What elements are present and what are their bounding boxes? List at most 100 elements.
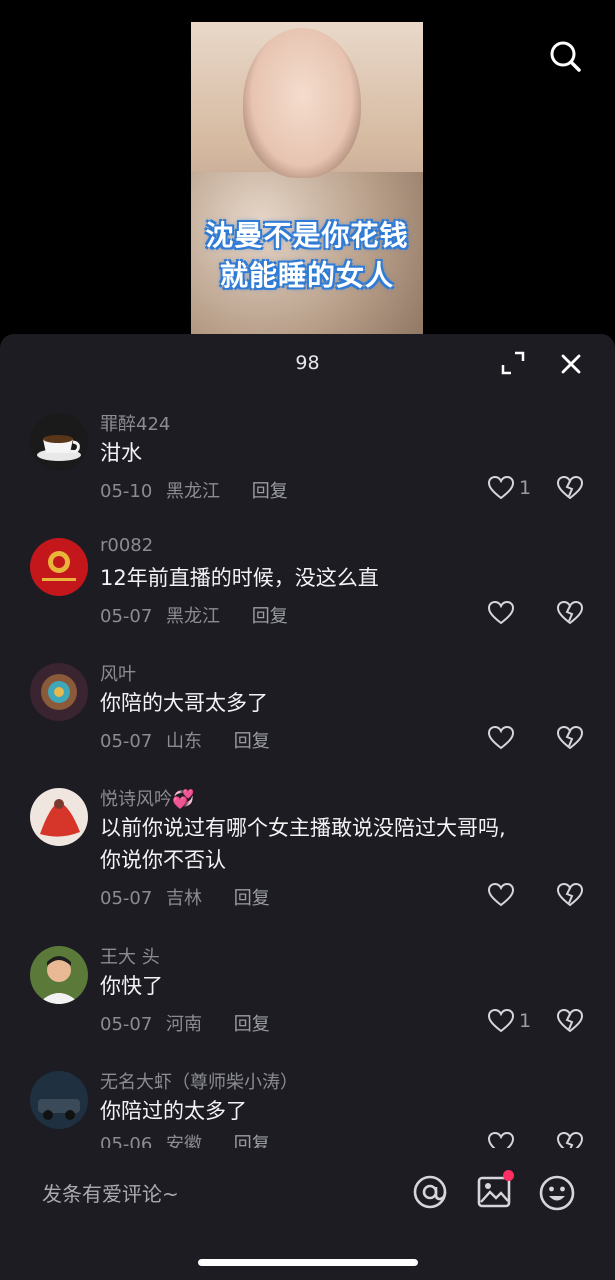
reply-button[interactable]: 回复 — [252, 606, 288, 627]
comment-input-bar: 发条有爱评论~ — [0, 1148, 615, 1280]
heart-icon — [487, 1008, 515, 1033]
comment-text: 你陪的大哥太多了 — [100, 691, 268, 715]
avatar[interactable] — [30, 1071, 88, 1129]
comment-location: 安徽 — [166, 1134, 203, 1148]
comment-username[interactable]: 无名大虾（尊师柴小涛） — [100, 1068, 298, 1094]
broken-heart-icon — [556, 475, 584, 500]
comment-item: 罪醉424 泔水 05-10 黑龙江 回复 1 — [0, 410, 615, 520]
comment-panel: 98 罪醉424 泔水 05-10 黑龙江 回复 1 r0082 12年前直播的… — [0, 334, 615, 1280]
comment-meta: 05-07 河南 回复 — [100, 1010, 270, 1036]
heart-icon — [487, 600, 515, 625]
car-avatar-icon — [30, 1071, 88, 1129]
broken-heart-icon — [556, 882, 584, 907]
comment-text: 以前你说过有哪个女主播敢说没陪过大哥吗, — [100, 816, 506, 840]
avatar[interactable] — [30, 663, 88, 721]
emoji-button[interactable] — [538, 1174, 576, 1212]
comment-username[interactable]: 风叶 — [100, 660, 136, 686]
dislike-button[interactable] — [556, 724, 584, 752]
comment-date: 05-07 — [100, 888, 153, 909]
expand-button[interactable] — [500, 350, 526, 376]
heart-icon — [487, 882, 515, 907]
comment-item: r0082 12年前直播的时候，没这么直 05-07 黑龙江 回复 — [0, 535, 615, 645]
comment-date: 05-06 — [100, 1134, 153, 1148]
comment-username[interactable]: 王大 头 — [100, 943, 160, 969]
comment-item: 无名大虾（尊师柴小涛） 你陪过的太多了 05-06 安徽 回复 — [0, 1068, 615, 1148]
notification-dot — [503, 1170, 514, 1181]
coffee-cup-icon — [30, 413, 88, 471]
comment-item: 王大 头 你快了 05-07 河南 回复 1 — [0, 943, 615, 1053]
smiley-icon — [539, 1175, 575, 1211]
like-button[interactable] — [487, 724, 537, 752]
broken-heart-icon — [556, 600, 584, 625]
at-icon — [413, 1175, 447, 1209]
comment-meta: 05-06 安徽 回复 — [100, 1130, 270, 1148]
like-count: 1 — [519, 477, 532, 499]
like-button[interactable] — [487, 1130, 537, 1148]
comment-input[interactable]: 发条有爱评论~ — [14, 1166, 404, 1222]
comment-location: 山东 — [166, 731, 203, 752]
home-indicator — [198, 1259, 418, 1266]
mention-button[interactable] — [412, 1174, 448, 1210]
reply-button[interactable]: 回复 — [234, 731, 270, 752]
heart-icon — [487, 725, 515, 750]
close-icon — [561, 354, 581, 374]
comment-location: 黑龙江 — [166, 481, 221, 502]
thumb-face — [243, 28, 361, 178]
like-button[interactable]: 1 — [487, 1007, 537, 1035]
avatar[interactable] — [30, 788, 88, 846]
heart-icon — [487, 475, 515, 500]
search-button[interactable] — [547, 38, 583, 74]
reply-button[interactable]: 回复 — [234, 1014, 270, 1035]
video-area: 沈曼不是你花钱 就能睡的女人 — [0, 0, 615, 340]
video-caption-line2: 就能睡的女人 — [219, 259, 394, 292]
dislike-button[interactable] — [556, 1007, 584, 1035]
search-icon — [550, 41, 581, 72]
emblem-icon — [30, 538, 88, 596]
reply-button[interactable]: 回复 — [234, 1134, 270, 1148]
broken-heart-icon — [556, 1131, 584, 1148]
comment-meta: 05-07 吉林 回复 — [100, 884, 270, 910]
like-button[interactable] — [487, 599, 537, 627]
dislike-button[interactable] — [556, 881, 584, 909]
comment-text: 12年前直播的时候，没这么直 — [100, 566, 379, 590]
broken-heart-icon — [556, 1008, 584, 1033]
dislike-button[interactable] — [556, 1130, 584, 1148]
avatar[interactable] — [30, 538, 88, 596]
expand-icon — [501, 351, 525, 375]
like-count: 1 — [519, 1010, 532, 1032]
reply-button[interactable]: 回复 — [234, 888, 270, 909]
comment-location: 黑龙江 — [166, 606, 221, 627]
close-button[interactable] — [557, 350, 585, 378]
comment-meta: 05-07 山东 回复 — [100, 727, 270, 753]
comment-location: 吉林 — [166, 888, 203, 909]
comment-date: 05-10 — [100, 481, 153, 502]
comment-meta: 05-07 黑龙江 回复 — [100, 602, 288, 628]
comment-text: 你说你不否认 — [100, 848, 226, 872]
comment-date: 05-07 — [100, 1014, 153, 1035]
reply-button[interactable]: 回复 — [252, 481, 288, 502]
comment-item: 悦诗风吟💞 以前你说过有哪个女主播敢说没陪过大哥吗, 你说你不否认 05-07 … — [0, 785, 615, 925]
avatar[interactable] — [30, 946, 88, 1004]
comment-meta: 05-10 黑龙江 回复 — [100, 477, 288, 503]
like-button[interactable]: 1 — [487, 474, 537, 502]
comment-username[interactable]: r0082 — [100, 535, 153, 556]
comment-text: 泔水 — [100, 441, 142, 465]
comment-username[interactable]: 悦诗风吟💞 — [100, 785, 194, 811]
broken-heart-icon — [556, 725, 584, 750]
comment-username[interactable]: 罪醉424 — [100, 410, 170, 436]
comment-date: 05-07 — [100, 731, 153, 752]
comment-text: 你陪过的太多了 — [100, 1099, 247, 1123]
panel-header: 98 — [0, 334, 615, 392]
video-thumbnail[interactable]: 沈曼不是你花钱 就能睡的女人 — [191, 22, 423, 334]
video-caption-line1: 沈曼不是你花钱 — [205, 219, 409, 252]
comment-item: 风叶 你陪的大哥太多了 05-07 山东 回复 — [0, 660, 615, 770]
dancer-avatar-icon — [30, 788, 88, 846]
heart-icon — [487, 1131, 515, 1148]
avatar[interactable] — [30, 413, 88, 471]
comment-location: 河南 — [166, 1014, 203, 1035]
dislike-button[interactable] — [556, 474, 584, 502]
comment-text: 你快了 — [100, 974, 163, 998]
like-button[interactable] — [487, 881, 537, 909]
floral-avatar-icon — [30, 663, 88, 721]
dislike-button[interactable] — [556, 599, 584, 627]
